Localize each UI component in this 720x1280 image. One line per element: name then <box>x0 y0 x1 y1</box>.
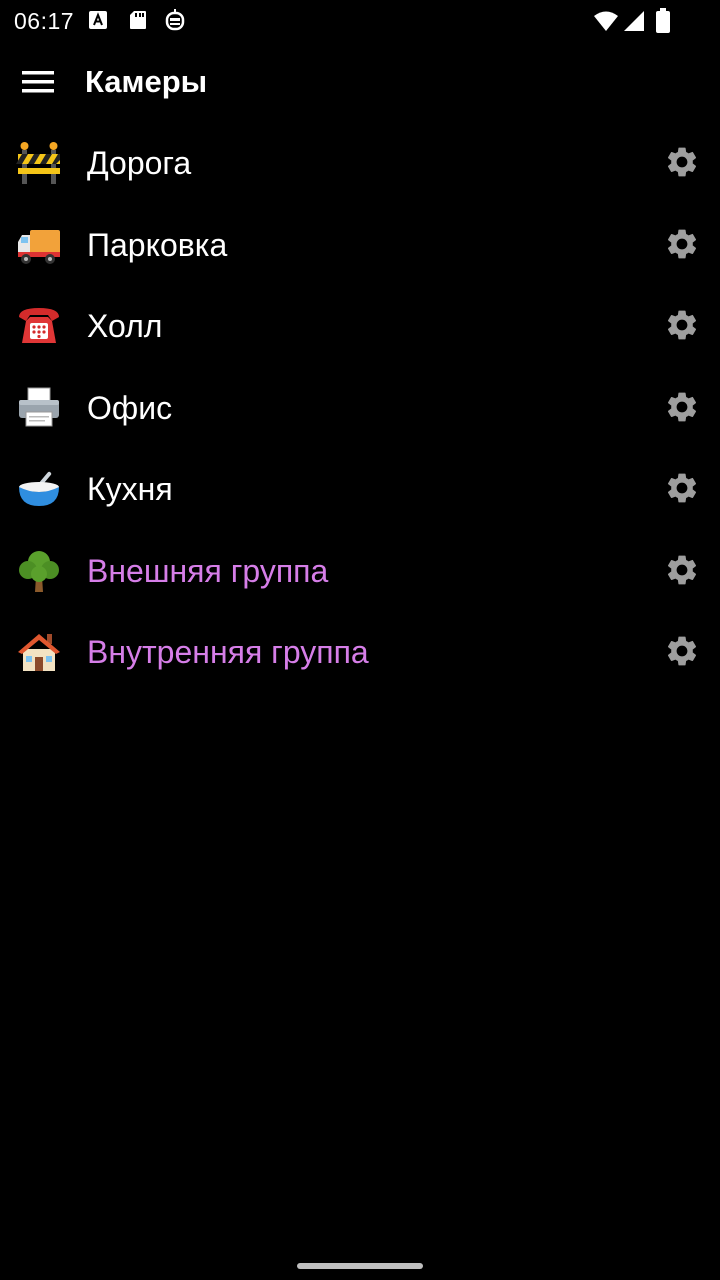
camera-label: Кухня <box>87 471 173 507</box>
app-bar: Камеры <box>0 42 720 122</box>
bowl-with-spoon-icon <box>16 466 62 512</box>
robot-icon <box>164 9 186 38</box>
tree-icon <box>16 548 62 594</box>
settings-gear-icon[interactable] <box>660 466 704 510</box>
settings-gear-icon[interactable] <box>660 303 704 347</box>
group-label: Внешняя группа <box>87 552 329 589</box>
a-notification-icon <box>88 9 108 36</box>
house-icon <box>16 629 62 675</box>
list-item[interactable]: Офис <box>0 367 720 449</box>
list-item-group[interactable]: Внутренняя группа <box>0 611 720 693</box>
telephone-icon <box>16 303 62 349</box>
camera-label: Парковка <box>87 226 228 263</box>
camera-label: Дорога <box>87 145 192 181</box>
battery-icon <box>656 8 670 39</box>
construction-barrier-icon <box>16 140 62 186</box>
camera-list: Дорога Парковка Холл Офис Кухня Внешняя … <box>0 122 720 693</box>
status-time: 06:17 <box>14 8 75 34</box>
hamburger-menu-button[interactable] <box>14 62 62 102</box>
list-item[interactable]: Кухня <box>0 448 720 530</box>
page-title: Камеры <box>85 64 208 99</box>
camera-label: Холл <box>87 308 163 344</box>
hamburger-menu-icon <box>22 71 54 93</box>
list-item[interactable]: Парковка <box>0 204 720 286</box>
settings-gear-icon[interactable] <box>660 385 704 429</box>
settings-gear-icon[interactable] <box>660 629 704 673</box>
camera-label: Офис <box>87 389 173 426</box>
delivery-truck-icon <box>16 222 62 268</box>
settings-gear-icon[interactable] <box>660 140 704 184</box>
settings-gear-icon[interactable] <box>660 222 704 266</box>
gesture-nav-handle[interactable] <box>297 1263 423 1269</box>
list-item[interactable]: Холл <box>0 285 720 367</box>
printer-icon <box>16 385 62 431</box>
list-item[interactable]: Дорога <box>0 122 720 204</box>
group-label: Внутренняя группа <box>87 634 369 670</box>
settings-gear-icon[interactable] <box>660 548 704 592</box>
wifi-icon <box>593 10 619 37</box>
sd-card-icon <box>128 9 148 36</box>
status-bar: 06:17 <box>0 0 720 42</box>
signal-icon <box>622 10 646 37</box>
list-item-group[interactable]: Внешняя группа <box>0 530 720 612</box>
